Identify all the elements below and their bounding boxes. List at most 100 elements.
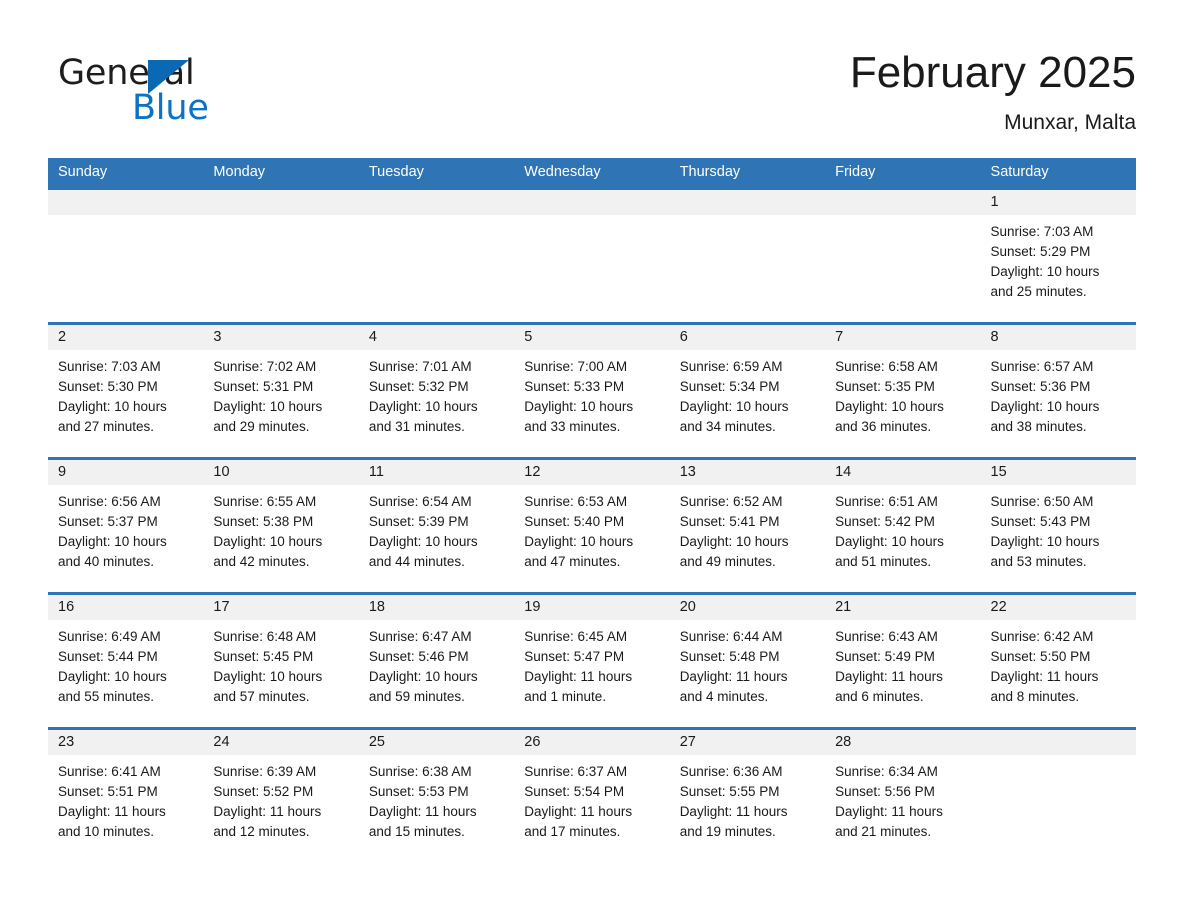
- day-cell-19[interactable]: 19 Sunrise: 6:45 AM Sunset: 5:47 PM Dayligh…: [514, 595, 670, 727]
- day-number: 23: [58, 734, 75, 750]
- day-detail-line: and 21 minutes.: [835, 824, 932, 839]
- day-cell-6[interactable]: 6 Sunrise: 6:59 AM Sunset: 5:34 PM Daylight…: [669, 325, 826, 457]
- day-detail-line: Daylight: 11 hours: [524, 669, 633, 684]
- day-cell-3[interactable]: 3 Sunrise: 7:02 AM Sunset: 5:31 PM Daylight…: [203, 325, 359, 457]
- day-detail-line: and 27 minutes.: [58, 419, 155, 434]
- day-detail-line: Daylight: 10 hours: [990, 399, 1100, 414]
- day-detail-line: and 19 minutes.: [679, 824, 776, 839]
- day-detail-line: and 44 minutes.: [368, 554, 465, 569]
- day-detail-line: Sunrise: 6:53 AM: [524, 494, 628, 509]
- day-detail-line: Sunrise: 6:51 AM: [835, 494, 938, 509]
- day-number: 18: [368, 599, 385, 615]
- day-cell-8[interactable]: 8 Sunrise: 6:57 AM Sunset: 5:36 PM Daylight…: [980, 325, 1136, 457]
- calendar-week-row: 1 Sunrise: 7:03 AM Sunset: 5:29 PM Daylight…: [48, 187, 1136, 322]
- calendar-grid: Sunday Monday Tuesday Wednesday Thursday Frid…: [48, 158, 1136, 862]
- day-detail-line: and 51 minutes.: [835, 554, 932, 569]
- day-cell-17[interactable]: 17 Sunrise: 6:48 AM Sunset: 5:45 PM Dayligh…: [203, 595, 359, 727]
- day-detail-line: and 40 minutes.: [58, 554, 155, 569]
- day-cell-20[interactable]: 20 Sunrise: 6:44 AM Sunset: 5:48 PM Dayligh…: [669, 595, 826, 727]
- day-cell-12[interactable]: 12 Sunrise: 6:53 AM Sunset: 5:40 PM Dayligh…: [514, 460, 670, 592]
- day-cell-15[interactable]: 15 Sunrise: 6:50 AM Sunset: 5:43 PM Dayligh…: [980, 460, 1136, 592]
- day-detail-line: Sunrise: 6:37 AM: [524, 764, 628, 779]
- day-detail-line: Sunrise: 6:42 AM: [990, 629, 1094, 644]
- day-detail-line: Daylight: 10 hours: [835, 534, 944, 549]
- day-cell-27[interactable]: 27 Sunrise: 6:36 AM Sunset: 5:55 PM Dayligh…: [669, 730, 826, 862]
- day-cell-18[interactable]: 18 Sunrise: 6:47 AM Sunset: 5:46 PM Dayligh…: [358, 595, 515, 727]
- day-cell-16[interactable]: 16 Sunrise: 6:49 AM Sunset: 5:44 PM Dayligh…: [48, 595, 204, 727]
- day-detail-line: Sunset: 5:45 PM: [213, 649, 314, 664]
- day-cell-22[interactable]: 22 Sunrise: 6:42 AM Sunset: 5:50 PM Dayligh…: [980, 595, 1136, 727]
- day-details: Sunrise: 6:56 AM Sunset: 5:37 PM Daylight:…: [48, 485, 203, 572]
- logo-text-blue: Blue: [132, 88, 209, 128]
- week-grid: 9 Sunrise: 6:56 AM Sunset: 5:37 PM Daylight…: [48, 460, 1136, 592]
- day-details: Sunrise: 6:47 AM Sunset: 5:46 PM Daylight:…: [359, 620, 514, 707]
- day-cell-23[interactable]: 23 Sunrise: 6:41 AM Sunset: 5:51 PM Dayligh…: [48, 730, 204, 862]
- day-details: Sunrise: 6:41 AM Sunset: 5:51 PM Daylight:…: [48, 755, 203, 842]
- day-detail-line: Daylight: 11 hours: [990, 669, 1099, 684]
- day-detail-line: Sunset: 5:41 PM: [679, 514, 780, 529]
- day-cell-empty: [48, 190, 204, 322]
- day-number-band: 15: [980, 460, 1136, 485]
- weekday-header-tuesday: Tuesday: [368, 164, 424, 180]
- day-details: [825, 215, 980, 222]
- day-cell-13[interactable]: 13 Sunrise: 6:52 AM Sunset: 5:41 PM Dayligh…: [669, 460, 826, 592]
- day-detail-line: Daylight: 10 hours: [990, 264, 1100, 279]
- day-detail-line: and 38 minutes.: [990, 419, 1087, 434]
- calendar-week-row: 16 Sunrise: 6:49 AM Sunset: 5:44 PM Dayligh…: [48, 592, 1136, 727]
- day-cell-5[interactable]: 5 Sunrise: 7:00 AM Sunset: 5:33 PM Daylight…: [514, 325, 670, 457]
- day-number: 10: [213, 464, 230, 480]
- day-cell-10[interactable]: 10 Sunrise: 6:55 AM Sunset: 5:38 PM Dayligh…: [203, 460, 359, 592]
- day-detail-line: Sunrise: 6:57 AM: [990, 359, 1094, 374]
- day-cell-empty: [514, 190, 670, 322]
- day-cell-26[interactable]: 26 Sunrise: 6:37 AM Sunset: 5:54 PM Dayligh…: [514, 730, 670, 862]
- day-detail-line: and 49 minutes.: [679, 554, 776, 569]
- day-detail-line: and 1 minute.: [524, 689, 607, 704]
- day-detail-line: Daylight: 10 hours: [679, 534, 789, 549]
- day-cell-7[interactable]: 7 Sunrise: 6:58 AM Sunset: 5:35 PM Daylight…: [825, 325, 981, 457]
- day-detail-line: Sunset: 5:31 PM: [213, 379, 314, 394]
- day-details: [359, 215, 514, 222]
- day-detail-line: Daylight: 11 hours: [835, 669, 943, 684]
- day-cell-14[interactable]: 14 Sunrise: 6:51 AM Sunset: 5:42 PM Dayligh…: [825, 460, 981, 592]
- day-number: 6: [679, 329, 688, 345]
- day-number-band: 2: [48, 325, 204, 350]
- day-cell-2[interactable]: 2 Sunrise: 7:03 AM Sunset: 5:30 PM Daylight…: [48, 325, 204, 457]
- weekday-header-sunday: Sunday: [58, 164, 108, 180]
- day-cell-9[interactable]: 9 Sunrise: 6:56 AM Sunset: 5:37 PM Daylight…: [48, 460, 204, 592]
- day-detail-line: Daylight: 10 hours: [213, 399, 323, 414]
- day-detail-line: Sunset: 5:37 PM: [58, 514, 158, 529]
- day-number: 22: [990, 599, 1007, 615]
- day-number: 3: [213, 329, 222, 345]
- day-detail-line: and 4 minutes.: [679, 689, 769, 704]
- day-cell-24[interactable]: 24 Sunrise: 6:39 AM Sunset: 5:52 PM Dayligh…: [203, 730, 359, 862]
- day-detail-line: Daylight: 10 hours: [368, 534, 478, 549]
- day-number-band: [514, 190, 670, 215]
- day-number-band: 20: [669, 595, 826, 620]
- day-number: 25: [368, 734, 385, 750]
- day-cell-4[interactable]: 4 Sunrise: 7:01 AM Sunset: 5:32 PM Daylight…: [358, 325, 515, 457]
- day-detail-line: Sunrise: 6:58 AM: [835, 359, 938, 374]
- day-number-band: 13: [669, 460, 826, 485]
- day-cell-25[interactable]: 25 Sunrise: 6:38 AM Sunset: 5:53 PM Dayligh…: [358, 730, 515, 862]
- day-details: Sunrise: 6:58 AM Sunset: 5:35 PM Daylight:…: [825, 350, 980, 437]
- day-number-band: 17: [203, 595, 359, 620]
- day-detail-line: Sunrise: 7:03 AM: [58, 359, 161, 374]
- day-cell-1[interactable]: 1 Sunrise: 7:03 AM Sunset: 5:29 PM Daylight…: [980, 190, 1136, 322]
- day-detail-line: Daylight: 10 hours: [368, 399, 478, 414]
- day-details: Sunrise: 6:45 AM Sunset: 5:47 PM Daylight:…: [514, 620, 669, 707]
- day-number-band: [669, 190, 826, 215]
- day-detail-line: and 17 minutes.: [524, 824, 621, 839]
- day-cell-28[interactable]: 28 Sunrise: 6:34 AM Sunset: 5:56 PM Dayligh…: [825, 730, 981, 862]
- day-detail-line: Daylight: 11 hours: [679, 804, 788, 819]
- day-details: Sunrise: 6:36 AM Sunset: 5:55 PM Daylight:…: [670, 755, 825, 842]
- day-detail-line: Sunrise: 7:00 AM: [524, 359, 628, 374]
- day-details: Sunrise: 6:52 AM Sunset: 5:41 PM Daylight:…: [670, 485, 825, 572]
- day-detail-line: Sunset: 5:34 PM: [679, 379, 780, 394]
- day-number: 15: [990, 464, 1007, 480]
- day-cell-11[interactable]: 11 Sunrise: 6:54 AM Sunset: 5:39 PM Dayligh…: [358, 460, 515, 592]
- day-cell-21[interactable]: 21 Sunrise: 6:43 AM Sunset: 5:49 PM Dayligh…: [825, 595, 981, 727]
- day-cell-empty: [980, 730, 1136, 862]
- location-subtitle: Munxar, Malta: [1004, 111, 1136, 134]
- day-details: Sunrise: 6:54 AM Sunset: 5:39 PM Daylight:…: [359, 485, 514, 572]
- day-details: Sunrise: 6:48 AM Sunset: 5:45 PM Daylight:…: [203, 620, 358, 707]
